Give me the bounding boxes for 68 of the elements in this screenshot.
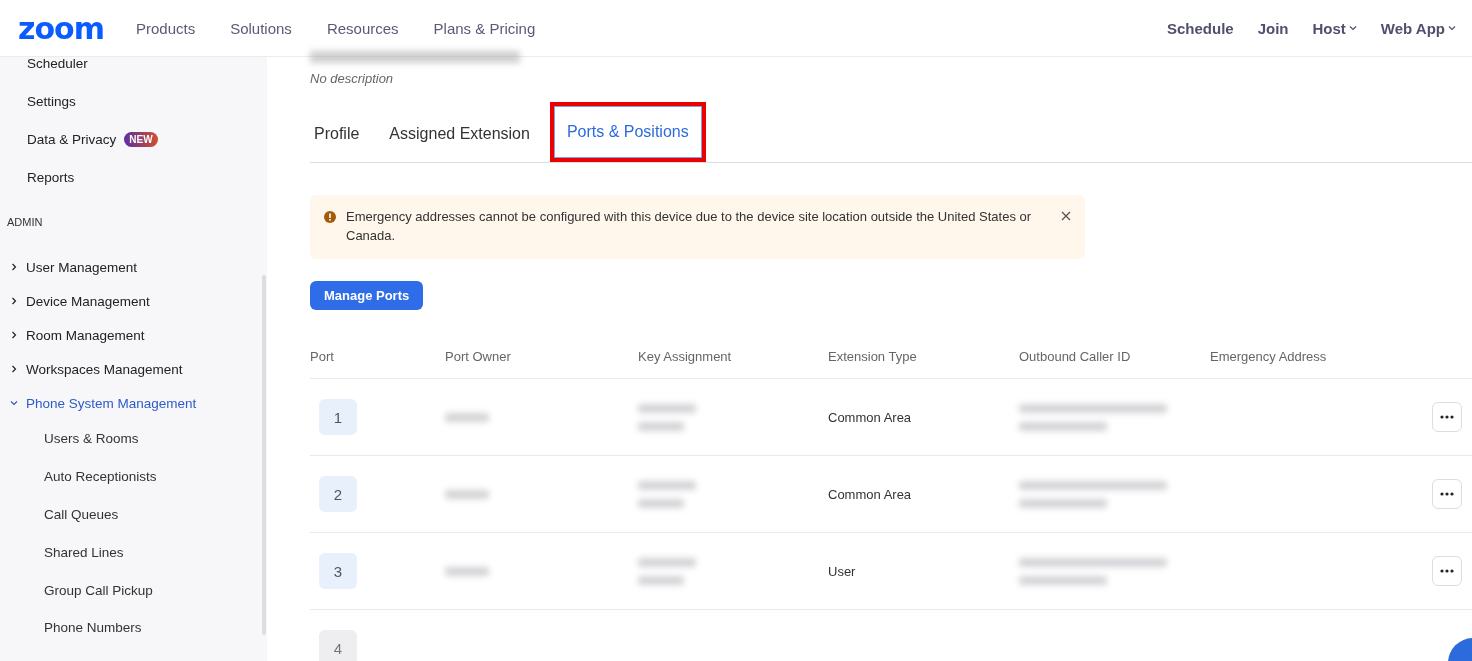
- more-icon: [1440, 569, 1454, 573]
- sidebar-item[interactable]: Shared Lines: [44, 544, 124, 560]
- column-header: Emergency Address: [1210, 348, 1327, 364]
- blurred-text: [638, 498, 684, 508]
- chevron-icon: [10, 399, 18, 407]
- chevron-icon: [10, 263, 18, 271]
- blurred-text: [638, 557, 696, 567]
- nav-link[interactable]: Join: [1257, 19, 1289, 37]
- chevron-icon: [10, 331, 18, 339]
- sidebar-group[interactable]: Workspaces Management: [26, 361, 183, 377]
- nav-dropdown[interactable]: Web App: [1380, 19, 1456, 37]
- blurred-text: [638, 480, 696, 490]
- column-header: Port Owner: [445, 348, 511, 364]
- warning-text: Emergency addresses cannot be configured with this device due to the device site location outside the United States or Canada.: [346, 208, 1033, 245]
- nav-link[interactable]: Products: [135, 19, 196, 37]
- sidebar-group[interactable]: User Management: [26, 259, 138, 275]
- nav-link[interactable]: Solutions: [230, 19, 292, 37]
- column-header: Key Assignment: [638, 348, 732, 364]
- port-number: 3: [319, 553, 357, 589]
- column-header: Port: [310, 348, 334, 364]
- nav-link[interactable]: Plans & Pricing: [433, 19, 536, 37]
- nav-link[interactable]: Schedule: [1166, 19, 1234, 37]
- port-number: 2: [319, 476, 357, 512]
- chevron-icon: [10, 297, 18, 305]
- sidebar-group[interactable]: Phone System Management: [26, 395, 197, 411]
- sidebar-item[interactable]: Settings: [27, 93, 76, 109]
- sidebar-item[interactable]: Scheduler: [27, 57, 88, 71]
- blurred-text: [638, 421, 684, 431]
- tab[interactable]: Profile: [310, 106, 364, 162]
- more-button[interactable]: [1432, 556, 1462, 586]
- sidebar-item[interactable]: Users & Rooms: [44, 431, 139, 447]
- table-cell: Common Area: [828, 409, 912, 425]
- port-number: 4: [319, 630, 357, 661]
- nav-dropdown[interactable]: Host: [1312, 19, 1357, 37]
- port-number: 1: [319, 399, 357, 435]
- sidebar-item[interactable]: Call Queues: [44, 507, 119, 522]
- blurred-text: [445, 412, 489, 422]
- sidebar-item[interactable]: Group Call Pickup: [44, 582, 153, 598]
- blurred-text: [638, 575, 684, 585]
- column-header: Outbound Caller ID: [1019, 348, 1131, 364]
- more-button[interactable]: [1432, 479, 1462, 509]
- table-cell: User: [828, 563, 856, 579]
- sidebar-item[interactable]: Data & Privacy: [27, 131, 117, 147]
- sidebar-item[interactable]: Phone Numbers: [44, 620, 142, 636]
- nav-link[interactable]: Resources: [326, 19, 399, 37]
- column-header: Extension Type: [828, 348, 917, 364]
- chevron-icon: [1448, 24, 1456, 32]
- chevron-icon: [10, 365, 18, 373]
- close-icon[interactable]: [1061, 211, 1071, 221]
- tab[interactable]: Assigned Extension: [385, 106, 534, 162]
- blurred-text: [638, 403, 696, 413]
- warning-icon: [324, 211, 336, 223]
- more-icon: [1440, 492, 1454, 496]
- sidebar-item[interactable]: Reports: [27, 169, 75, 185]
- blurred-text: [445, 566, 489, 576]
- new-badge: NEW: [124, 131, 158, 147]
- blurred-text: [445, 489, 489, 499]
- description: No description: [310, 71, 395, 86]
- sidebar-group[interactable]: Device Management: [26, 293, 150, 309]
- table-cell: Common Area: [828, 486, 912, 502]
- zoom-logo[interactable]: zoom: [18, 10, 104, 46]
- more-icon: [1440, 415, 1454, 419]
- manage-ports-button[interactable]: Manage Ports: [310, 281, 424, 310]
- sidebar-group[interactable]: Room Management: [26, 327, 145, 343]
- more-button[interactable]: [1432, 402, 1462, 432]
- sidebar-item[interactable]: Auto Receptionists: [44, 469, 157, 485]
- section-heading: ADMIN: [7, 216, 43, 228]
- chevron-icon: [1348, 24, 1357, 32]
